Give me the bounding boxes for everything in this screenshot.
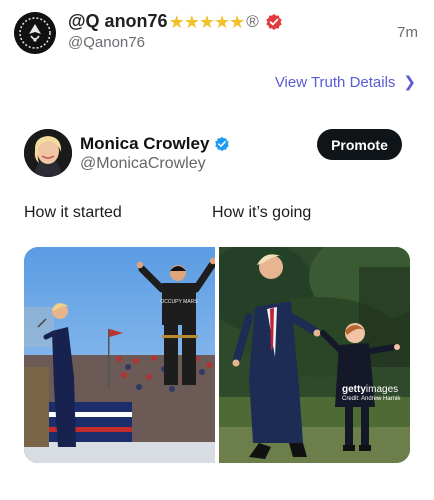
getty-images-watermark: gettyimages (342, 384, 398, 395)
display-name[interactable]: @Q anon76 ★★★★★ ® (68, 11, 283, 32)
display-name-text: @Q anon76 (68, 11, 168, 31)
rally-photo: OCCUPY MARS (24, 247, 215, 463)
name-decorations: ★★★★★ ® (169, 12, 283, 32)
chevron-right-icon: ❯ (403, 74, 416, 91)
stars-emoji: ★★★★★ (168, 11, 246, 32)
timestamp[interactable]: 7m (397, 24, 418, 41)
verified-badge-icon (266, 13, 282, 30)
getty-brand-light: images (365, 384, 399, 395)
view-truth-details-label: View Truth Details (274, 73, 396, 91)
avatar[interactable] (14, 12, 56, 54)
getty-brand-bold: getty (342, 384, 366, 395)
caption-how-it-started: How it started (24, 204, 122, 221)
avatar-image (14, 12, 56, 54)
image-how-its-going[interactable]: gettyimages Credit: Andrew Harnik (219, 247, 410, 463)
verified-badge-icon (215, 136, 230, 152)
image-how-it-started[interactable]: OCCUPY MARS (24, 247, 215, 463)
shirt-text: OCCUPY MARS (160, 299, 198, 305)
promote-button[interactable]: Promote (317, 129, 402, 160)
author-name-text: Monica Crowley (80, 134, 210, 153)
photo-credit: Credit: Andrew Harnik (342, 396, 401, 402)
author-avatar-image (24, 129, 72, 177)
user-handle[interactable]: @Qanon76 (68, 34, 145, 51)
view-truth-details-link[interactable]: View Truth Details ❯ (274, 73, 416, 92)
author-avatar[interactable] (24, 129, 72, 177)
post-header: @Q anon76 ★★★★★ ® @Qanon76 7m (0, 0, 434, 62)
registered-mark: ® (246, 11, 259, 31)
white-house-lawn-photo (219, 247, 410, 463)
author-name[interactable]: Monica Crowley (80, 134, 230, 154)
author-handle[interactable]: @MonicaCrowley (80, 155, 206, 173)
media-grid: OCCUPY MARS gettyimages Credit: Andrew H… (24, 247, 410, 463)
caption-how-its-going: How it’s going (212, 204, 312, 221)
embedded-post-author: Monica Crowley @MonicaCrowley Promote (24, 129, 414, 179)
